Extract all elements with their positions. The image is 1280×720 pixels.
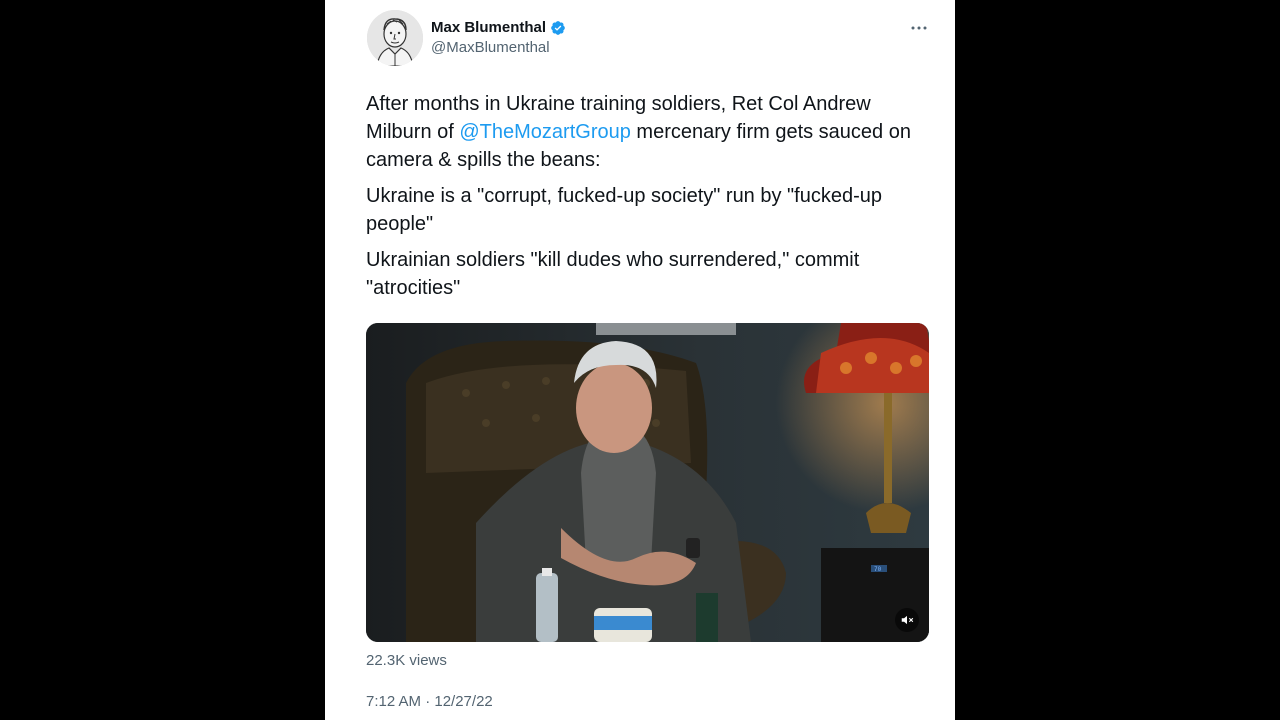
tweet-card: Max Blumenthal @MaxBlumenthal After mont… (325, 0, 955, 720)
mute-toggle-button[interactable] (895, 608, 919, 632)
video-player[interactable]: 70 (366, 323, 929, 642)
tweet-paragraph-1: After months in Ukraine training soldier… (366, 90, 936, 174)
tweet-paragraph-2: Ukraine is a "corrupt, fucked-up society… (366, 185, 882, 235)
avatar[interactable] (367, 10, 423, 66)
verified-badge-icon (550, 20, 566, 36)
author-name-row: Max Blumenthal (431, 18, 566, 38)
author-name[interactable]: Max Blumenthal (431, 18, 546, 38)
views-count: 22.3K views (366, 652, 447, 669)
tweet-timestamp[interactable]: 7:12 AM · 12/27/22 (366, 692, 493, 712)
speaker-muted-icon (901, 615, 914, 625)
tweet-paragraph-3: Ukrainian soldiers "kill dudes who surre… (366, 249, 860, 299)
more-icon (911, 26, 927, 30)
more-options-button[interactable] (909, 18, 929, 38)
tweet-text: After months in Ukraine training soldier… (366, 90, 936, 310)
mention-link[interactable]: @TheMozartGroup (459, 121, 630, 143)
screen: Max Blumenthal @MaxBlumenthal After mont… (0, 0, 1280, 720)
svg-text:70: 70 (874, 566, 882, 573)
author-handle[interactable]: @MaxBlumenthal (431, 38, 550, 58)
video-frame: 70 (366, 323, 929, 642)
